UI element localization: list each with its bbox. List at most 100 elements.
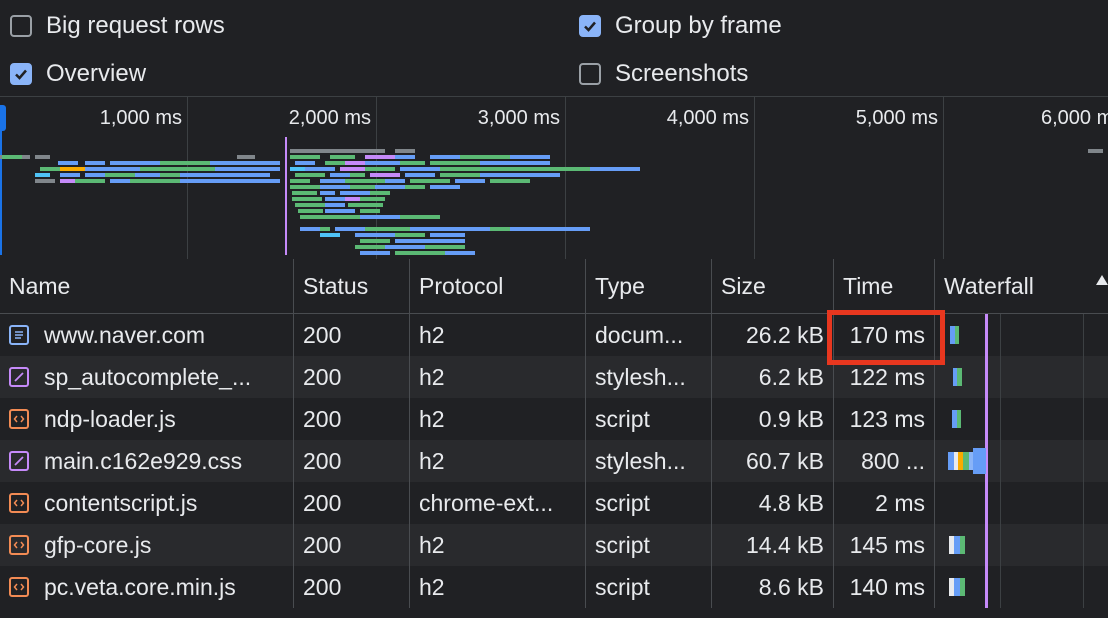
column-header-time[interactable]: Time (834, 259, 935, 313)
overview-gridline (187, 97, 188, 259)
overview-request-bar (300, 227, 320, 231)
script-icon (9, 409, 29, 429)
overview-request-bar (355, 233, 395, 237)
waterfall-gridline (1000, 398, 1001, 440)
waterfall-bar (960, 578, 965, 596)
overview-request-bar (360, 215, 400, 219)
column-header-type[interactable]: Type (586, 259, 712, 313)
overview-tick-label: 3,000 ms (477, 107, 560, 129)
table-row[interactable]: main.c162e929.css 200 h2 stylesh... 60.7… (0, 440, 1108, 482)
overview-request-bar (85, 173, 105, 177)
overview-request-bar (395, 251, 445, 255)
cell-name[interactable]: main.c162e929.css (0, 440, 294, 482)
overview-request-bar (35, 179, 55, 183)
overview-load-marker (285, 137, 287, 255)
overview-gridline (565, 97, 566, 259)
request-name: sp_autocomplete_... (44, 363, 252, 390)
overview-request-bar (330, 215, 360, 219)
overview-request-bar (400, 161, 425, 165)
overview-request-bar (510, 155, 550, 159)
overview-request-bar (400, 215, 440, 219)
cell-status: 200 (294, 524, 410, 566)
overview-request-bar (375, 185, 405, 189)
overview-request-bar (410, 227, 490, 231)
overview-request-bar (395, 155, 415, 159)
table-row[interactable]: gfp-core.js 200 h2 script 14.4 kB 145 ms (0, 524, 1108, 566)
cell-waterfall (935, 314, 1108, 356)
overview-request-bar (295, 173, 325, 177)
cell-type: script (586, 398, 712, 440)
overview-request-bar (395, 233, 425, 237)
overview-request-bar (2, 155, 22, 159)
cell-name[interactable]: gfp-core.js (0, 524, 294, 566)
overview-request-bar (385, 245, 425, 249)
overview-request-bar (295, 161, 315, 165)
waterfall-gridline (1083, 440, 1084, 482)
group-by-frame-option[interactable]: Group by frame (579, 12, 782, 40)
cell-status: 200 (294, 566, 410, 608)
cell-waterfall (935, 482, 1108, 524)
overview-request-bar (40, 167, 60, 171)
cell-name[interactable]: contentscript.js (0, 482, 294, 524)
overview-gridline (943, 97, 944, 259)
waterfall-load-marker (985, 524, 988, 566)
cell-status: 200 (294, 398, 410, 440)
overview-request-bar (395, 239, 445, 243)
cell-name[interactable]: sp_autocomplete_... (0, 356, 294, 398)
column-header-waterfall[interactable]: Waterfall (935, 259, 1108, 313)
waterfall-gridline (1083, 314, 1084, 356)
screenshots-label: Screenshots (615, 60, 749, 87)
screenshots-option[interactable]: Screenshots (579, 60, 748, 88)
overview-request-bar (75, 179, 105, 183)
big-request-rows-checkbox[interactable] (10, 15, 32, 37)
table-row[interactable]: pc.veta.core.min.js 200 h2 script 8.6 kB… (0, 566, 1108, 608)
overview-request-bar (325, 209, 355, 213)
column-header-size[interactable]: Size (712, 259, 834, 313)
sort-ascending-icon[interactable] (1096, 275, 1108, 285)
overview-request-bar (180, 179, 210, 183)
overview-request-bar (237, 155, 255, 159)
overview-option[interactable]: Overview (10, 60, 146, 88)
overview-request-bar (490, 227, 510, 231)
overview-request-bar (140, 167, 190, 171)
overview-request-bar (130, 179, 180, 183)
cell-size: 8.6 kB (712, 566, 834, 608)
big-request-rows-option[interactable]: Big request rows (10, 12, 225, 40)
overview-request-bar (365, 167, 395, 171)
overview-request-bar (350, 173, 365, 177)
overview-request-bar (360, 239, 390, 243)
overview-request-bar (335, 227, 365, 231)
column-header-status[interactable]: Status (294, 259, 410, 313)
overview-tick-label: 5,000 ms (855, 107, 938, 129)
overview-request-bar (440, 173, 480, 177)
overview-request-bar (430, 185, 460, 189)
overview-request-bar (110, 161, 160, 165)
overview-request-bar (60, 167, 85, 171)
overview-request-bar (400, 167, 440, 171)
overview-checkbox[interactable] (10, 63, 32, 85)
cell-protocol: chrome-ext... (410, 482, 586, 524)
overview-range-handle[interactable] (0, 105, 6, 131)
group-by-frame-label: Group by frame (615, 12, 782, 39)
cell-name[interactable]: ndp-loader.js (0, 398, 294, 440)
cell-name[interactable]: pc.veta.core.min.js (0, 566, 294, 608)
waterfall-gridline (1083, 566, 1084, 608)
cell-waterfall (935, 524, 1108, 566)
overview-request-bar (445, 251, 475, 255)
overview-request-bar (305, 167, 335, 171)
table-row[interactable]: contentscript.js 200 chrome-ext... scrip… (0, 482, 1108, 524)
column-header-protocol[interactable]: Protocol (410, 259, 586, 313)
waterfall-bar (960, 536, 965, 554)
cell-size: 4.8 kB (712, 482, 834, 524)
group-by-frame-checkbox[interactable] (579, 15, 601, 37)
network-overview-timeline[interactable]: 1,000 ms 2,000 ms 3,000 ms 4,000 ms 5,00… (0, 96, 1108, 260)
cell-time: 800 ... (834, 440, 935, 482)
screenshots-checkbox[interactable] (579, 63, 601, 85)
column-header-name[interactable]: Name (0, 259, 294, 313)
overview-request-bar (490, 179, 530, 183)
overview-request-bar (370, 173, 400, 177)
table-row[interactable]: ndp-loader.js 200 h2 script 0.9 kB 123 m… (0, 398, 1108, 440)
overview-request-bar (340, 167, 365, 171)
cell-name[interactable]: www.naver.com (0, 314, 294, 356)
overview-request-bar (298, 209, 323, 213)
